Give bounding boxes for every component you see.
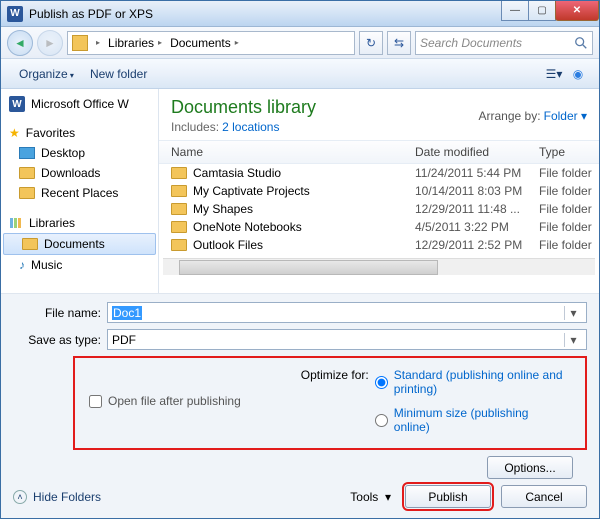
folder-icon — [22, 238, 38, 250]
library-title: Documents library — [171, 97, 316, 118]
hide-folders-button[interactable]: ˄ Hide Folders — [13, 490, 101, 504]
body: W Microsoft Office W ★Favorites Desktop … — [1, 89, 599, 293]
checkbox[interactable] — [89, 395, 102, 408]
open-after-checkbox[interactable]: Open file after publishing — [89, 368, 241, 434]
options-button[interactable]: Options... — [487, 456, 573, 479]
horizontal-scrollbar[interactable] — [163, 258, 595, 275]
content-pane: Documents library Includes: 2 locations … — [159, 89, 599, 293]
sidebar-item-documents[interactable]: Documents — [3, 233, 156, 255]
optimize-label: Optimize for: — [301, 368, 369, 434]
arrange-by-dropdown[interactable]: Folder ▾ — [544, 109, 587, 123]
folder-icon — [171, 167, 187, 179]
optimize-minimum-radio[interactable]: Minimum size (publishing online) — [375, 406, 564, 434]
chevron-down-icon[interactable]: ▾ — [564, 333, 582, 347]
optimize-standard-radio[interactable]: Standard (publishing online and printing… — [375, 368, 564, 396]
sidebar-item-music[interactable]: ♪ Music — [1, 255, 158, 275]
radio[interactable] — [375, 369, 388, 396]
nav-bar: ◄ ► ▸ Libraries▸ Documents▸ ↻ ⇆ Search D… — [1, 27, 599, 59]
new-folder-button[interactable]: New folder — [82, 64, 155, 84]
sidebar-item-label: Music — [31, 258, 62, 272]
col-date[interactable]: Date modified — [415, 145, 539, 159]
window-controls: — ▢ ✕ — [502, 1, 599, 21]
chevron-up-icon: ˄ — [13, 490, 27, 504]
maximize-button[interactable]: ▢ — [528, 1, 556, 21]
file-name-label: File name: — [13, 306, 101, 320]
close-button[interactable]: ✕ — [555, 1, 599, 21]
folder-icon — [19, 187, 35, 199]
file-list: Camtasia Studio11/24/2011 5:44 PMFile fo… — [159, 164, 599, 254]
sidebar-item-label: Microsoft Office W — [31, 97, 129, 111]
folder-icon — [171, 203, 187, 215]
breadcrumb[interactable]: Documents — [170, 36, 231, 50]
list-item[interactable]: OneNote Notebooks4/5/2011 3:22 PMFile fo… — [159, 218, 599, 236]
help-button[interactable]: ◉ — [567, 63, 589, 85]
sidebar-item-label: Favorites — [26, 126, 75, 140]
folder-icon — [171, 185, 187, 197]
includes-label: Includes: — [171, 120, 219, 134]
list-item[interactable]: Camtasia Studio11/24/2011 5:44 PMFile fo… — [159, 164, 599, 182]
window-title: Publish as PDF or XPS — [29, 7, 502, 21]
minimize-button[interactable]: — — [501, 1, 529, 21]
organize-button[interactable]: Organize — [11, 64, 82, 84]
scroll-thumb[interactable] — [179, 260, 438, 275]
search-input[interactable]: Search Documents — [415, 31, 593, 55]
folder-icon — [171, 221, 187, 233]
chevron-down-icon[interactable]: ▾ — [564, 306, 582, 320]
sidebar-item-desktop[interactable]: Desktop — [1, 143, 158, 163]
titlebar: W Publish as PDF or XPS — ▢ ✕ — [1, 1, 599, 27]
save-type-label: Save as type: — [13, 333, 101, 347]
file-name-field: File name: Doc1▾ — [13, 302, 587, 323]
word-icon: W — [9, 96, 25, 112]
sidebar-item-label: Desktop — [41, 146, 85, 160]
libraries-icon — [9, 216, 23, 230]
bottom-panel: File name: Doc1▾ Save as type: PDF▾ Open… — [1, 293, 599, 518]
toolbar: Organize New folder ☰▾ ◉ — [1, 59, 599, 89]
file-name-input[interactable]: Doc1▾ — [107, 302, 587, 323]
list-item[interactable]: My Shapes12/29/2011 11:48 ...File folder — [159, 200, 599, 218]
forward-button[interactable]: ► — [37, 30, 63, 56]
sidebar-item-label: Documents — [44, 237, 105, 251]
sidebar-item-label: Libraries — [29, 216, 75, 230]
list-item[interactable]: My Captivate Projects10/14/2011 8:03 PMF… — [159, 182, 599, 200]
refresh-button[interactable]: ↻ — [359, 31, 383, 55]
desktop-icon — [19, 147, 35, 159]
save-type-field: Save as type: PDF▾ — [13, 329, 587, 350]
address-bar[interactable]: ▸ Libraries▸ Documents▸ — [67, 31, 355, 55]
swap-button[interactable]: ⇆ — [387, 31, 411, 55]
word-icon: W — [7, 6, 23, 22]
app-row[interactable]: W Microsoft Office W — [1, 93, 158, 115]
search-placeholder: Search Documents — [420, 36, 522, 50]
search-icon — [574, 36, 588, 50]
folder-icon — [19, 167, 35, 179]
radio[interactable] — [375, 407, 388, 434]
list-item[interactable]: Outlook Files12/29/2011 2:52 PMFile fold… — [159, 236, 599, 254]
col-type[interactable]: Type — [539, 145, 599, 159]
footer: ˄ Hide Folders Tools ▾ Publish Cancel — [13, 479, 587, 508]
sidebar-item-label: Downloads — [41, 166, 100, 180]
star-icon: ★ — [9, 126, 20, 140]
includes-link[interactable]: 2 locations — [222, 120, 279, 134]
breadcrumb[interactable]: Libraries — [108, 36, 154, 50]
music-icon: ♪ — [19, 258, 25, 272]
sidebar-item-label: Recent Places — [41, 186, 118, 200]
cancel-button[interactable]: Cancel — [501, 485, 587, 508]
col-name[interactable]: Name — [171, 145, 415, 159]
folder-icon — [171, 239, 187, 251]
dialog-window: W Publish as PDF or XPS — ▢ ✕ ◄ ► ▸ Libr… — [0, 0, 600, 519]
back-button[interactable]: ◄ — [7, 30, 33, 56]
libraries-header[interactable]: Libraries — [1, 213, 158, 233]
nav-pane: W Microsoft Office W ★Favorites Desktop … — [1, 89, 159, 293]
favorites-header[interactable]: ★ Favorites — [1, 123, 158, 143]
tools-dropdown[interactable]: Tools ▾ — [350, 490, 391, 504]
options-highlight: Open file after publishing Optimize for:… — [73, 356, 587, 450]
sidebar-item-recent[interactable]: Recent Places — [1, 183, 158, 203]
arrange-by: Arrange by: Folder ▾ — [479, 109, 587, 123]
sidebar-item-downloads[interactable]: Downloads — [1, 163, 158, 183]
column-headers[interactable]: Name Date modified Type — [159, 140, 599, 164]
folder-icon — [72, 35, 88, 51]
library-header: Documents library Includes: 2 locations … — [159, 89, 599, 140]
view-button[interactable]: ☰▾ — [543, 63, 565, 85]
save-type-dropdown[interactable]: PDF▾ — [107, 329, 587, 350]
publish-button[interactable]: Publish — [405, 485, 491, 508]
